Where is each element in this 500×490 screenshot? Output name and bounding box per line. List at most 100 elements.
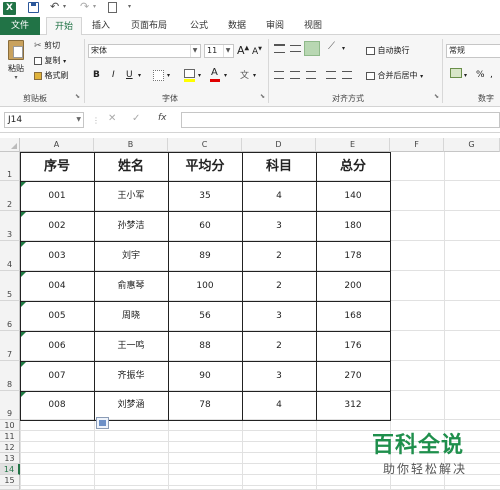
tab-home[interactable]: 开始 [46,17,82,36]
insert-function-icon[interactable]: fx [158,113,167,123]
column-header-b[interactable]: B [94,138,168,152]
error-indicator-icon[interactable] [21,272,26,277]
tab-formulas[interactable]: 公式 [182,17,216,35]
align-left-icon[interactable] [274,71,284,79]
row-header-14[interactable]: 14 [0,464,20,475]
percent-button[interactable]: % [476,70,485,80]
select-all-corner[interactable] [0,138,20,152]
table-cell[interactable]: 3 [242,361,316,391]
redo-icon[interactable]: ↷ [80,0,89,13]
wrap-text-button[interactable]: 自动换行 [366,45,410,56]
customize-qat-icon[interactable]: ▾ [128,3,131,10]
undo-dropdown-icon[interactable]: ▾ [63,3,66,10]
table-cell[interactable]: 140 [316,181,390,211]
fill-color-dropdown-icon[interactable]: ▾ [198,72,201,79]
phonetic-dropdown-icon[interactable]: ▾ [253,72,256,79]
italic-button[interactable]: I [112,70,115,80]
increase-indent-icon[interactable] [342,71,352,79]
column-heading[interactable]: 序号 [20,152,94,181]
table-cell[interactable]: 005 [20,301,94,331]
table-cell[interactable]: 100 [168,271,242,301]
table-cell[interactable]: 180 [316,211,390,241]
table-cell[interactable]: 78 [168,391,242,420]
table-cell[interactable]: 周晓 [94,301,168,331]
table-cell[interactable]: 88 [168,331,242,361]
table-cell[interactable]: 60 [168,211,242,241]
format-painter-button[interactable]: 格式刷 [34,70,69,81]
decrease-indent-icon[interactable] [326,71,336,79]
table-cell[interactable]: 4 [242,181,316,211]
alignment-launcher-icon[interactable]: ⬊ [434,93,439,100]
tab-data[interactable]: 数据 [220,17,254,35]
redo-dropdown-icon[interactable]: ▾ [93,3,96,10]
align-middle-icon[interactable] [290,45,301,52]
table-cell[interactable]: 王一鸣 [94,331,168,361]
table-cell[interactable]: 002 [20,211,94,241]
clipboard-launcher-icon[interactable]: ⬊ [75,93,80,100]
table-cell[interactable]: 178 [316,241,390,271]
row-header-6[interactable]: 6 [0,301,20,331]
tab-page-layout[interactable]: 页面布局 [124,17,174,35]
table-cell[interactable]: 004 [20,271,94,301]
currency-dropdown-icon[interactable]: ▾ [464,72,467,79]
orientation-dropdown-icon[interactable]: ▾ [342,45,345,52]
formula-input[interactable] [181,112,500,128]
column-heading[interactable]: 姓名 [94,152,168,181]
error-indicator-icon[interactable] [21,182,26,187]
row-header-9[interactable]: 9 [0,391,20,420]
row-header-16[interactable] [0,486,20,490]
column-heading[interactable]: 平均分 [168,152,242,181]
table-cell[interactable]: 003 [20,241,94,271]
table-cell[interactable]: 2 [242,271,316,301]
table-cell[interactable]: 35 [168,181,242,211]
table-cell[interactable]: 168 [316,301,390,331]
row-header-15[interactable]: 15 [0,475,20,486]
error-indicator-icon[interactable] [21,362,26,367]
align-top-icon[interactable] [274,44,285,53]
fill-color-icon[interactable] [184,69,195,78]
bold-button[interactable]: B [93,70,100,80]
underline-dropdown-icon[interactable]: ▾ [138,72,141,79]
copy-button[interactable]: 复制 ▾ [34,55,66,66]
column-header-d[interactable]: D [242,138,316,152]
column-header-g[interactable]: G [444,138,500,152]
column-header-a[interactable]: A [20,138,94,152]
error-indicator-icon[interactable] [21,302,26,307]
grow-font-button[interactable]: A▲ [237,44,249,57]
table-cell[interactable]: 齐振华 [94,361,168,391]
table-cell[interactable]: 176 [316,331,390,361]
currency-icon[interactable] [450,68,462,78]
undo-icon[interactable]: ↶ [50,0,59,13]
tab-file[interactable]: 文件 [0,17,40,35]
underline-button[interactable]: U [126,70,133,80]
column-header-e[interactable]: E [316,138,390,152]
borders-dropdown-icon[interactable]: ▾ [167,72,170,79]
table-cell[interactable]: 200 [316,271,390,301]
error-indicator-icon[interactable] [21,212,26,217]
align-right-icon[interactable] [306,71,316,79]
column-header-f[interactable]: F [390,138,444,152]
table-cell[interactable]: 89 [168,241,242,271]
row-header-3[interactable]: 3 [0,211,20,241]
worksheet-grid[interactable]: A B C D E F G 1 2 3 4 5 6 7 8 9 10 11 12 13 14 15 序号 姓名… [0,133,500,490]
tab-view[interactable]: 视图 [296,17,330,35]
font-color-icon[interactable]: A [211,67,218,78]
row-header-4[interactable]: 4 [0,241,20,271]
table-cell[interactable]: 007 [20,361,94,391]
row-header-5[interactable]: 5 [0,271,20,301]
row-header-13[interactable]: 13 [0,453,20,464]
confirm-entry-icon[interactable]: ✓ [132,113,140,124]
cut-button[interactable]: ✂ 剪切 [34,40,60,51]
cancel-entry-icon[interactable]: ✕ [108,113,116,124]
phonetic-icon[interactable]: 文 [240,68,249,81]
table-cell[interactable]: 2 [242,241,316,271]
table-cell[interactable]: 孙梦洁 [94,211,168,241]
tab-insert[interactable]: 插入 [84,17,118,35]
error-indicator-icon[interactable] [21,242,26,247]
font-color-dropdown-icon[interactable]: ▾ [224,72,227,79]
column-header-c[interactable]: C [168,138,242,152]
error-indicator-icon[interactable] [21,332,26,337]
align-center-icon[interactable] [290,71,300,79]
table-cell[interactable]: 008 [20,391,94,420]
orientation-icon[interactable]: ⟋ [328,41,335,52]
